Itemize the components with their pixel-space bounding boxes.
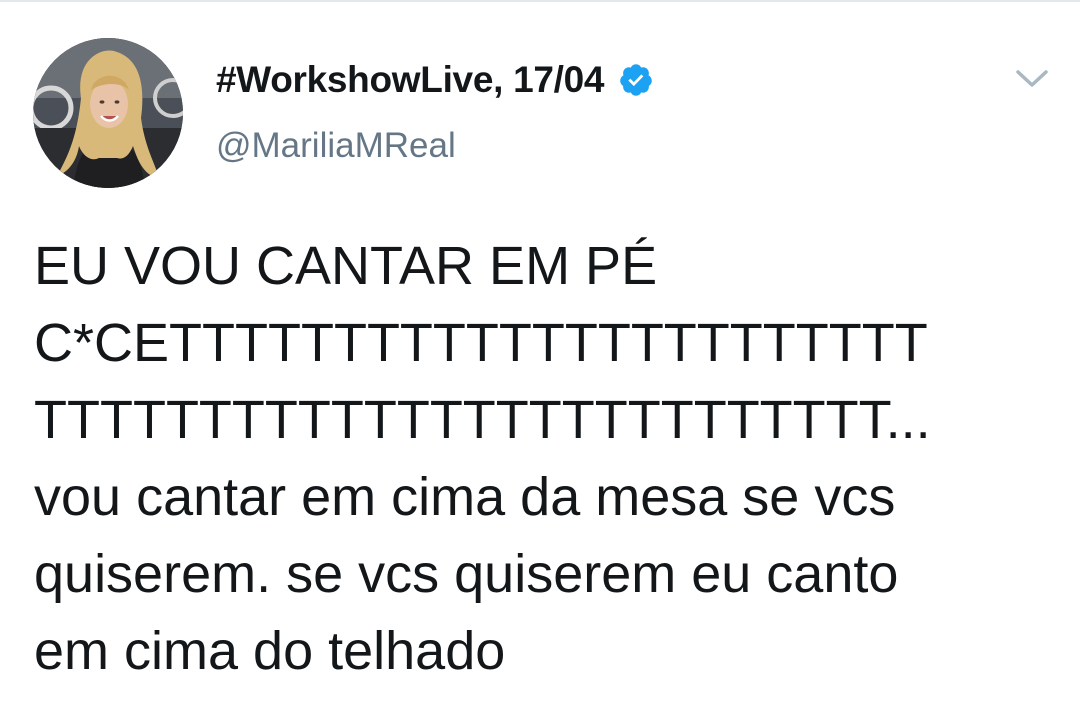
chevron-down-icon[interactable] — [1014, 66, 1050, 92]
display-name-row: #WorkshowLive, 17/04 — [216, 56, 654, 104]
tweet-text: EU VOU CANTAR EM PÉ C*CETTTTTTTTTTTTTTTT… — [34, 228, 1044, 690]
verified-badge-icon — [618, 62, 654, 98]
tweet-text-line: EU VOU CANTAR EM PÉ — [34, 236, 658, 296]
tweet-text-line: TTTTTTTTTTTTTTTTTTTTTTTTTT... — [34, 390, 931, 450]
avatar[interactable] — [33, 38, 183, 188]
avatar-photo — [33, 38, 183, 188]
tweet-text-line: vou cantar em cima da mesa se vcs — [34, 467, 896, 527]
tweet-text-line: em cima do telhado — [34, 621, 506, 681]
tweet-text-line: quiserem. se vcs quiserem eu canto — [34, 544, 899, 604]
tweet-card: #WorkshowLive, 17/04 @MariliaMReal EU VO… — [0, 0, 1080, 726]
tweet-text-line: C*CETTTTTTTTTTTTTTTTTTTTTTT — [34, 313, 928, 373]
display-name[interactable]: #WorkshowLive, 17/04 — [216, 59, 604, 101]
user-handle[interactable]: @MariliaMReal — [216, 126, 456, 166]
